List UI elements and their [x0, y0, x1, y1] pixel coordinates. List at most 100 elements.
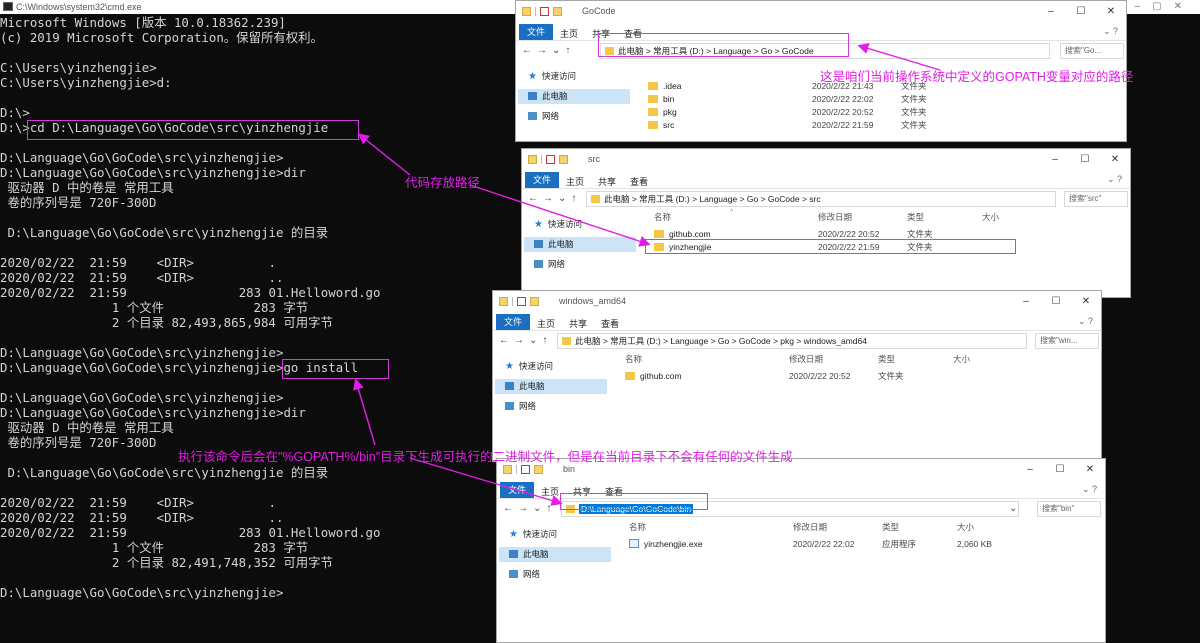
nav-buttons[interactable]: ←→⌄↑ — [503, 503, 556, 514]
tab-home[interactable]: 主页 — [560, 27, 578, 40]
folder-icon — [528, 155, 537, 164]
quick-access-toolbar[interactable] — [503, 465, 543, 474]
terminal-line: 2 个目录 82,493,865,984 可用字节 — [0, 315, 333, 330]
nav-this-pc[interactable]: 此电脑 — [518, 89, 630, 104]
tab-view[interactable]: 查看 — [601, 317, 619, 330]
address-bar[interactable]: 此电脑 > 常用工具 (D:) > Language > Go > GoCode… — [557, 333, 1027, 349]
terminal-line: D:\Language\Go\GoCode\src\yinzhengjie> — [0, 150, 284, 165]
highlight-yinzhengjie-folder — [645, 239, 1016, 254]
terminal-line: 2020/02/22 21:59 283 01.Helloword.go — [0, 525, 381, 540]
new-folder-icon[interactable] — [534, 465, 543, 474]
nav-network[interactable]: 网络 — [505, 567, 617, 582]
nav-quick-access[interactable]: ★ 快速访问 — [524, 69, 636, 84]
tab-home[interactable]: 主页 — [537, 317, 555, 330]
file-row[interactable]: github.com — [625, 370, 682, 383]
column-size[interactable]: 大小 — [982, 211, 999, 223]
nav-quick-access[interactable]: ★ 快速访问 — [505, 527, 617, 542]
file-row[interactable]: yinzhengjie.exe — [629, 538, 703, 551]
nav-quick-access[interactable]: ★ 快速访问 — [530, 217, 642, 232]
column-size[interactable]: 大小 — [957, 521, 974, 533]
tab-share[interactable]: 共享 — [598, 175, 616, 188]
column-type[interactable]: 类型 — [907, 211, 924, 223]
search-input[interactable]: 搜索"bin" — [1037, 501, 1101, 517]
network-icon — [509, 570, 518, 578]
column-type[interactable]: 类型 — [878, 353, 895, 365]
close-button[interactable]: ✕ — [1071, 291, 1101, 313]
file-size: 2,060 KB — [957, 539, 992, 549]
file-row[interactable]: src — [648, 119, 674, 132]
quick-access-toolbar[interactable] — [522, 7, 562, 16]
address-dropdown-icon[interactable]: ⌄ — [1009, 503, 1022, 514]
nav-this-pc[interactable]: 此电脑 — [495, 379, 607, 394]
title-bar[interactable]: src – ☐ ✕ — [522, 149, 1130, 171]
nav-network[interactable]: 网络 — [530, 257, 642, 272]
column-modified[interactable]: 修改日期 — [793, 521, 827, 533]
properties-icon[interactable] — [521, 465, 530, 474]
column-size[interactable]: 大小 — [953, 353, 970, 365]
nav-network[interactable]: 网络 — [501, 399, 613, 414]
title-bar[interactable]: windows_amd64 – ☐ ✕ — [493, 291, 1101, 313]
minimize-button[interactable]: – — [1040, 149, 1070, 171]
column-name[interactable]: 名称 — [654, 211, 671, 223]
sort-arrow-icon: ^ — [730, 209, 734, 216]
file-row[interactable]: bin — [648, 93, 674, 106]
file-row[interactable]: pkg — [648, 106, 677, 119]
search-input[interactable]: 搜索"win... — [1035, 333, 1099, 349]
search-input[interactable]: 搜索"src" — [1064, 191, 1128, 207]
navigation-pane: ★ 快速访问 此电脑 网络 — [493, 353, 613, 461]
quick-access-toolbar[interactable] — [499, 297, 539, 306]
tab-file[interactable]: 文件 — [525, 172, 559, 188]
address-bar[interactable]: 此电脑 > 常用工具 (D:) > Language > Go > GoCode… — [586, 191, 1056, 207]
close-button[interactable]: ✕ — [1096, 1, 1126, 23]
maximize-button[interactable]: ☐ — [1066, 1, 1096, 23]
expand-ribbon-icon[interactable]: ⌄ ? — [1082, 484, 1097, 495]
tab-file[interactable]: 文件 — [500, 482, 534, 498]
properties-icon[interactable] — [546, 155, 555, 164]
nav-this-pc[interactable]: 此电脑 — [524, 237, 636, 252]
terminal-line: D:\Language\Go\GoCode\src\yinzhengjie>di… — [0, 405, 306, 420]
tab-share[interactable]: 共享 — [569, 317, 587, 330]
tab-file[interactable]: 文件 — [519, 24, 553, 40]
expand-ribbon-icon[interactable]: ⌄ ? — [1078, 316, 1093, 327]
new-folder-icon[interactable] — [553, 7, 562, 16]
nav-this-pc[interactable]: 此电脑 — [499, 547, 611, 562]
expand-ribbon-icon[interactable]: ⌄ ? — [1107, 174, 1122, 185]
minimize-button[interactable]: – — [1015, 459, 1045, 481]
tab-home[interactable]: 主页 — [541, 485, 559, 498]
column-name[interactable]: 名称 — [625, 353, 642, 365]
minimize-button[interactable]: – — [1036, 1, 1066, 23]
explorer-window-src: src – ☐ ✕ 文件 主页 共享 查看 ⌄ ? ←→⌄↑ 此电脑 > 常用工具 … — [521, 148, 1131, 298]
file-row[interactable]: .idea — [648, 80, 681, 93]
nav-quick-access[interactable]: ★ 快速访问 — [501, 359, 613, 374]
navigation-pane: ★ 快速访问 此电脑 网络 — [516, 63, 636, 141]
folder-icon — [499, 297, 508, 306]
title-bar[interactable]: GoCode – ☐ ✕ — [516, 1, 1126, 23]
nav-buttons[interactable]: ←→⌄↑ — [528, 193, 581, 204]
search-input[interactable]: 搜索"Go... — [1060, 43, 1124, 59]
nav-buttons[interactable]: ←→⌄↑ — [499, 335, 552, 346]
expand-ribbon-icon[interactable]: ⌄ ? — [1103, 26, 1118, 37]
column-name[interactable]: 名称 — [629, 521, 646, 533]
column-type[interactable]: 类型 — [882, 521, 899, 533]
tab-view[interactable]: 查看 — [630, 175, 648, 188]
new-folder-icon[interactable] — [559, 155, 568, 164]
maximize-button[interactable]: ☐ — [1045, 459, 1075, 481]
tab-home[interactable]: 主页 — [566, 175, 584, 188]
properties-icon[interactable] — [517, 297, 526, 306]
cmd-window-controls[interactable]: –▢✕ — [1135, 0, 1194, 14]
maximize-button[interactable]: ☐ — [1041, 291, 1071, 313]
new-folder-icon[interactable] — [530, 297, 539, 306]
column-modified[interactable]: 修改日期 — [789, 353, 823, 365]
column-modified[interactable]: 修改日期 — [818, 211, 852, 223]
close-button[interactable]: ✕ — [1100, 149, 1130, 171]
maximize-button[interactable]: ☐ — [1070, 149, 1100, 171]
quick-access-toolbar[interactable] — [528, 155, 568, 164]
tab-file[interactable]: 文件 — [496, 314, 530, 330]
minimize-button[interactable]: – — [1011, 291, 1041, 313]
nav-buttons[interactable]: ←→⌄↑ — [522, 45, 575, 56]
properties-icon[interactable] — [540, 7, 549, 16]
nav-network[interactable]: 网络 — [524, 109, 636, 124]
cmd-title: C:\Windows\system32\cmd.exe — [16, 2, 142, 12]
close-button[interactable]: ✕ — [1075, 459, 1105, 481]
breadcrumb: 此电脑 > 常用工具 (D:) > Language > Go > GoCode… — [575, 336, 867, 346]
